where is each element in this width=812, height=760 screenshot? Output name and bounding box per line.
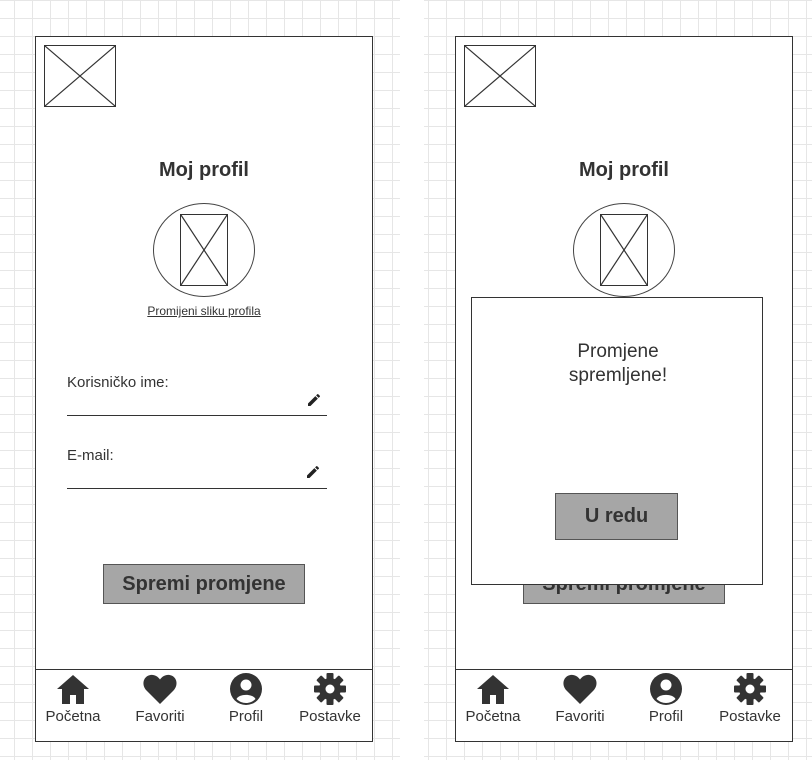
- home-icon: [57, 675, 89, 704]
- gear-icon: [734, 673, 766, 705]
- nav-item-favorites[interactable]: Favoriti: [546, 672, 614, 725]
- nav-item-home[interactable]: Početna: [38, 672, 108, 725]
- nav-label-home: Početna: [465, 708, 521, 725]
- nav-item-settings[interactable]: Postavke: [291, 672, 369, 725]
- heart-icon: [143, 674, 177, 704]
- nav-label-profile: Profil: [648, 708, 684, 725]
- canvas-gap: [400, 0, 424, 760]
- dialog-message-line2: spremljene!: [568, 365, 668, 386]
- logo-image-placeholder-icon: [464, 45, 536, 107]
- save-changes-button[interactable]: Spremi promjene: [103, 564, 305, 604]
- bottom-nav: Početna Favoriti Profil Postavke: [36, 669, 372, 741]
- home-icon: [477, 675, 509, 704]
- avatar-image-placeholder-icon: [180, 214, 228, 286]
- avatar: [573, 203, 675, 297]
- user-circle-icon: [230, 673, 262, 705]
- avatar: [153, 203, 255, 297]
- nav-label-settings: Postavke: [719, 708, 781, 725]
- pencil-icon[interactable]: [305, 464, 321, 480]
- nav-item-favorites[interactable]: Favoriti: [126, 672, 194, 725]
- nav-item-settings[interactable]: Postavke: [711, 672, 789, 725]
- page-title: Moj profil: [579, 159, 669, 181]
- username-label: Korisničko ime:: [67, 374, 169, 391]
- email-field[interactable]: [67, 488, 327, 489]
- email-label: E-mail:: [67, 447, 114, 464]
- nav-item-profile[interactable]: Profil: [636, 672, 696, 725]
- nav-label-favorites: Favoriti: [135, 708, 185, 725]
- phone-frame-profile-saved: Moj profil Spremi promjene Promjene spre…: [455, 36, 793, 742]
- username-field[interactable]: [67, 415, 327, 416]
- logo-image-placeholder-icon: [44, 45, 116, 107]
- user-circle-icon: [650, 673, 682, 705]
- nav-label-home: Početna: [45, 708, 101, 725]
- phone-frame-profile: Moj profil Promijeni sliku profila Koris…: [35, 36, 373, 742]
- nav-item-home[interactable]: Početna: [458, 672, 528, 725]
- gear-icon: [314, 673, 346, 705]
- changes-saved-dialog: Promjene spremljene! U redu: [471, 297, 763, 585]
- bottom-nav: Početna Favoriti Profil Postavke: [456, 669, 792, 741]
- dialog-message-line1: Promjene: [577, 341, 659, 362]
- nav-label-settings: Postavke: [299, 708, 361, 725]
- page-title: Moj profil: [159, 159, 249, 181]
- pencil-icon[interactable]: [306, 392, 322, 408]
- nav-item-profile[interactable]: Profil: [216, 672, 276, 725]
- ok-button[interactable]: U redu: [555, 493, 678, 540]
- nav-label-favorites: Favoriti: [555, 708, 605, 725]
- dialog-message: Promjene spremljene!: [512, 340, 724, 388]
- avatar-image-placeholder-icon: [600, 214, 648, 286]
- change-profile-photo-link[interactable]: Promijeni sliku profila: [36, 304, 372, 318]
- nav-label-profile: Profil: [228, 708, 264, 725]
- heart-icon: [563, 674, 597, 704]
